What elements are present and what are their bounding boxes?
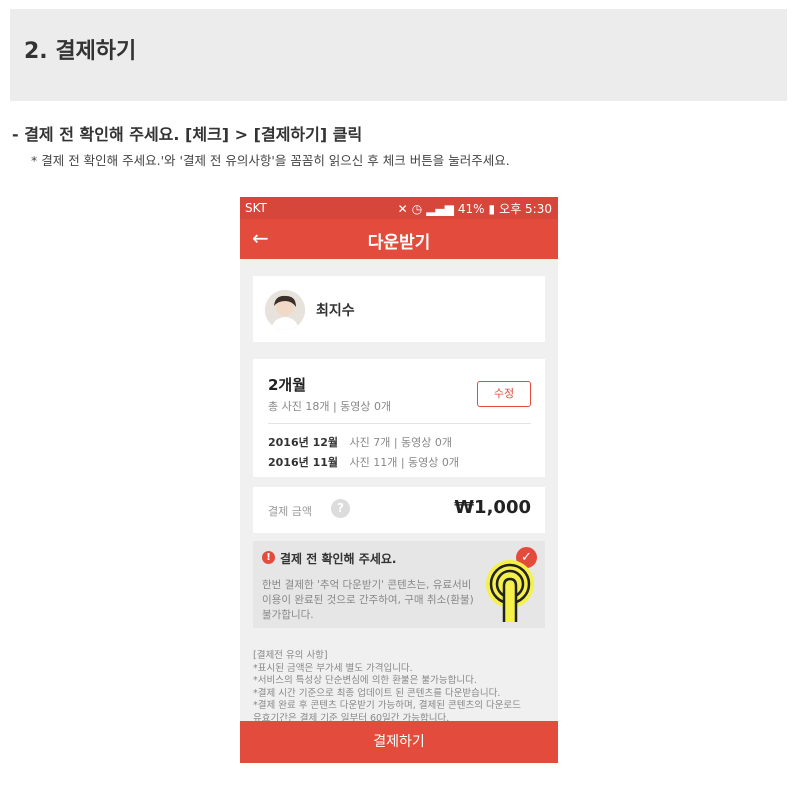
edit-button[interactable]: 수정 — [477, 381, 531, 407]
help-icon[interactable]: ? — [331, 499, 350, 518]
plan-card: 2개월 총 사진 18개 | 동영상 0개 수정 2016년 12월 사진 7개… — [253, 359, 545, 477]
notice-line: *결제 완료 후 콘텐츠 다운받기 가능하며, 결제된 콘텐츠의 다운로드 — [253, 700, 521, 711]
status-icons: ✕ ◷ ▂▄▆ 41% ▮ 오후 5:30 — [398, 200, 552, 217]
battery-level: 41% — [457, 201, 485, 216]
payment-label: 결제 금액 — [268, 505, 312, 518]
phone-screenshot: SKT ✕ ◷ ▂▄▆ 41% ▮ 오후 5:30 ← 다운받기 최지수 2개월… — [240, 197, 558, 763]
month-label: 2016년 11월 — [268, 456, 338, 469]
status-bar: SKT ✕ ◷ ▂▄▆ 41% ▮ 오후 5:30 — [240, 197, 558, 219]
notice-line: [결제전 유의 사항] — [253, 650, 328, 661]
confirm-line: 불가합니다. — [262, 609, 314, 621]
confirm-body: 한번 결제한 '추억 다운받기' 콘텐츠는, 유료서비 이용이 완료된 것으로 … — [262, 578, 492, 623]
user-name: 최지수 — [316, 303, 355, 319]
confirm-line: 이용이 완료된 것으로 간주하여, 구매 취소(환불) — [262, 594, 474, 606]
payment-card: 결제 금액 ? ₩1,000 — [253, 487, 545, 533]
divider — [268, 423, 531, 424]
alarm-icon: ◷ — [411, 201, 423, 216]
month-row: 2016년 12월 사진 7개 | 동영상 0개 — [268, 434, 452, 450]
notice-line: *결제 시간 기준으로 최종 업데이트 된 콘텐츠를 다운받습니다. — [253, 687, 501, 699]
user-card: 최지수 — [253, 276, 545, 342]
notice-line: *표시된 금액은 부가세 별도 가격입니다. — [253, 662, 413, 674]
section-title: 2. 결제하기 — [24, 39, 137, 64]
app-bar-title: 다운받기 — [367, 233, 431, 253]
clock: 오후 5:30 — [499, 202, 552, 216]
month-label: 2016년 12월 — [268, 436, 338, 449]
month-detail: 사진 7개 | 동영상 0개 — [349, 436, 453, 449]
month-detail: 사진 11개 | 동영상 0개 — [349, 456, 460, 469]
month-row: 2016년 11월 사진 11개 | 동영상 0개 — [268, 454, 459, 470]
confirm-title: 결제 전 확인해 주세요. — [280, 552, 397, 566]
carrier-label: SKT — [245, 201, 267, 215]
instruction-note: * 결제 전 확인해 주세요.'와 '결제 전 유의사항'을 꼼꼼히 읽으신 후… — [31, 153, 510, 168]
finger-tap-icon — [486, 560, 534, 622]
plan-summary: 총 사진 18개 | 동영상 0개 — [268, 400, 392, 413]
instruction-title: - 결제 전 확인해 주세요. [체크] > [결제하기] 클릭 — [12, 125, 363, 144]
signal-icon: ▂▄▆ — [426, 201, 454, 216]
mute-icon: ✕ — [397, 201, 408, 216]
avatar — [265, 290, 305, 330]
app-bar: ← 다운받기 — [240, 219, 558, 259]
pay-button[interactable]: 결제하기 — [240, 721, 558, 763]
notice-list: [결제전 유의 사항] *표시된 금액은 부가세 별도 가격입니다. *서비스의… — [253, 650, 553, 725]
payment-amount: ₩1,000 — [454, 497, 531, 518]
notice-line: *서비스의 특성상 단순변심에 의한 환불은 불가능합니다. — [253, 675, 477, 686]
plan-title: 2개월 — [268, 376, 307, 394]
exclamation-icon: ! — [262, 551, 275, 564]
confirm-line: 한번 결제한 '추억 다운받기' 콘텐츠는, 유료서비 — [262, 579, 472, 591]
battery-icon: ▮ — [488, 201, 496, 216]
